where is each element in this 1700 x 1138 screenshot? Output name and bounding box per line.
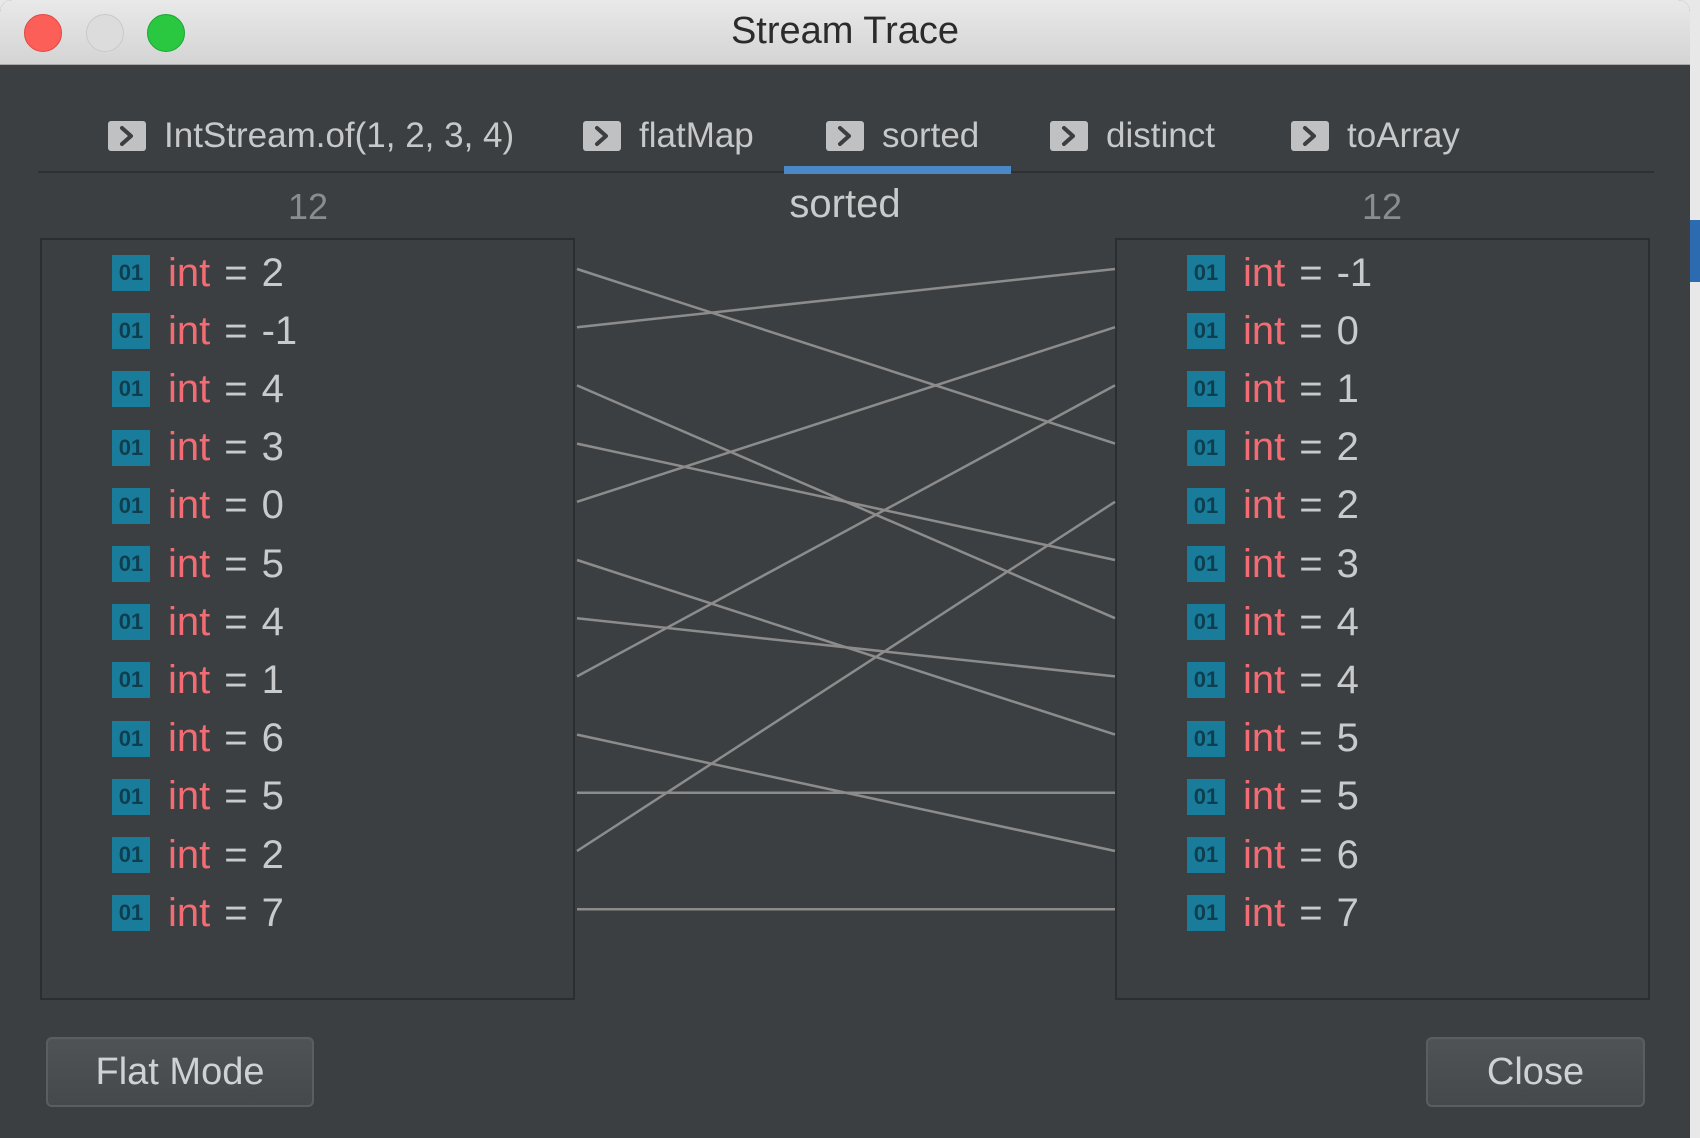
flat-mode-button[interactable]: Flat Mode: [46, 1037, 314, 1107]
mapping-line: [576, 500, 1116, 853]
stream-trace-window: Stream Trace IntStream.of(1, 2, 3, 4) fla…: [0, 0, 1690, 1138]
element-links: [576, 267, 1116, 911]
mapping-line: [576, 442, 1116, 562]
mapping-line: [576, 616, 1116, 678]
background-window-accent: [1690, 220, 1700, 282]
mapping-line: [576, 267, 1116, 445]
mapping-line: [576, 384, 1116, 678]
mapping-line: [576, 267, 1116, 329]
close-button[interactable]: Close: [1426, 1037, 1645, 1107]
mapping-line: [576, 326, 1116, 503]
